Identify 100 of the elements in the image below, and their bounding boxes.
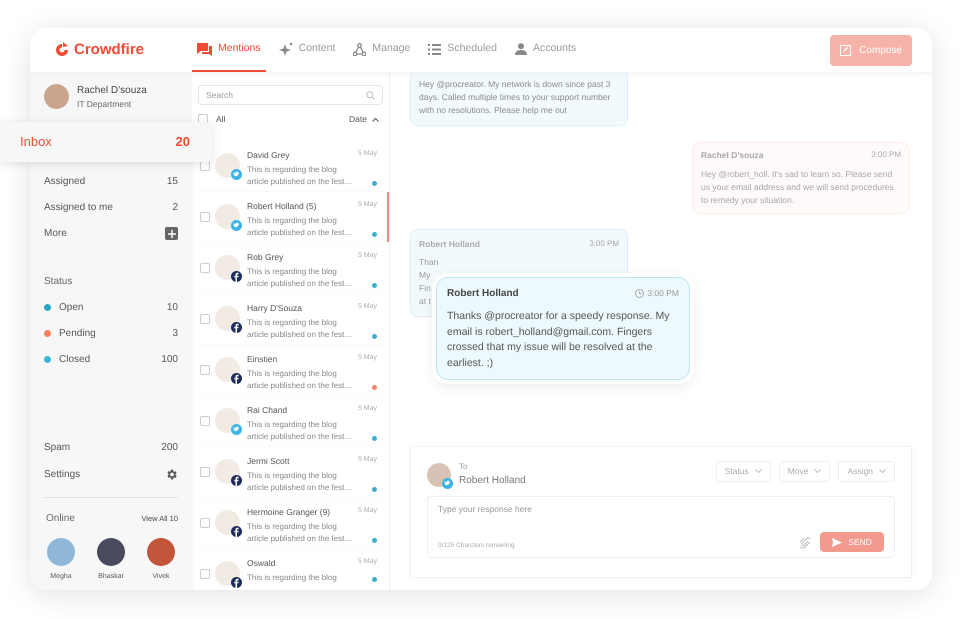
message-time: 3:00 PM	[589, 238, 619, 250]
message-preview: This is regarding the blog	[247, 266, 338, 278]
add-button[interactable]	[165, 227, 178, 240]
status-count: 10	[166, 301, 178, 316]
row-checkbox[interactable]	[200, 416, 210, 426]
person-avatar[interactable]	[97, 538, 125, 566]
message-preview: article published on the fest…	[247, 532, 352, 545]
message-author: Rachel D’souza	[701, 149, 764, 162]
contact-name: Rob Grey	[247, 251, 284, 264]
message-preview: article published on the fest…	[247, 430, 352, 443]
user-name: Rachel D’souza	[77, 84, 147, 98]
row-checkbox[interactable]	[200, 263, 210, 273]
status-heading: Status	[44, 275, 72, 290]
bird-badge-icon	[442, 478, 453, 488]
message-preview: This is regarding the blog	[247, 572, 337, 584]
contact-name: Hermoine Granger (9)	[247, 506, 330, 519]
folder-label[interactable]: Assigned	[44, 174, 86, 190]
row-checkbox[interactable]	[200, 467, 210, 477]
person-avatar[interactable]	[147, 538, 175, 566]
select-all-label: All	[216, 112, 226, 126]
search-field[interactable]: Search	[198, 85, 383, 105]
message-text: Hey @robert_holl. It's sad to learn so. Please send us your email address and we will send procedures to remedy your situation.	[701, 168, 895, 207]
contact-name: Robert Holland (5)	[247, 200, 316, 213]
folder-count: 2	[172, 201, 178, 216]
letter-f-badge-icon	[231, 526, 242, 537]
response-field[interactable]: Type your response here	[438, 503, 884, 516]
message-preview: This is regarding the blog	[247, 164, 338, 176]
message-text: Fin	[419, 282, 431, 294]
message-author: Robert Holland	[447, 287, 519, 301]
message-preview: This is regarding the blog	[247, 520, 338, 533]
letter-f-badge-icon	[231, 373, 242, 384]
to-label: To	[459, 461, 468, 473]
message-preview: article published on the fest…	[247, 482, 352, 494]
message-preview: article published on the fest…	[247, 226, 352, 239]
folder-label[interactable]: Assigned to me	[44, 200, 113, 216]
brand-name: Crowdfire	[74, 40, 144, 60]
row-checkbox[interactable]	[200, 365, 210, 375]
message-preview: This is regarding the blog	[247, 368, 338, 380]
recipient-name: Robert Holland	[459, 474, 526, 488]
spam-label[interactable]: Spam	[44, 440, 70, 455]
status-count: 3	[172, 327, 178, 342]
inbox-count: 20	[176, 133, 190, 152]
settings-icon[interactable]	[165, 468, 178, 481]
folder-count: 15	[166, 175, 178, 190]
row-checkbox[interactable]	[200, 314, 210, 324]
person-icon	[514, 43, 527, 55]
sparkle-icon	[278, 42, 293, 56]
message-time: 3:00 PM	[871, 149, 901, 161]
letter-f-badge-icon	[231, 475, 242, 486]
settings-label[interactable]: Settings	[44, 467, 80, 482]
paperclip-icon[interactable]	[800, 536, 810, 548]
message-text: My	[419, 268, 430, 282]
message-time: 3:00 PM	[647, 287, 679, 300]
message-author: Robert Holland	[419, 238, 480, 250]
status-label[interactable]: Open	[59, 300, 84, 316]
contact-name: Rai Chand	[247, 404, 288, 417]
message-preview: This is regarding the blog	[247, 470, 338, 482]
contact-name: David Grey	[247, 149, 290, 162]
contact-name: Harry D'Souza	[247, 302, 302, 315]
contact-name: Jermi Scott	[247, 455, 290, 468]
clock-icon	[635, 289, 644, 298]
message-text: at t	[419, 294, 431, 308]
list-icon	[428, 44, 442, 54]
caret-up-icon	[372, 116, 379, 122]
contact-name: Einstien	[247, 353, 278, 366]
row-checkbox[interactable]	[200, 518, 210, 528]
letter-f-badge-icon	[231, 577, 242, 588]
row-checkbox[interactable]	[200, 569, 210, 579]
bird-badge-icon	[231, 220, 242, 231]
network-nodes-icon	[353, 42, 366, 56]
more-label: More	[44, 227, 67, 242]
edit-icon	[840, 44, 852, 56]
message-preview: article published on the fest…	[247, 380, 352, 392]
chevron-down-icon	[754, 469, 762, 474]
message-preview: article published on the fest…	[247, 278, 352, 290]
search-icon	[366, 91, 375, 100]
online-heading: Online	[46, 512, 75, 526]
plus-icon	[168, 230, 176, 238]
status-count: 100	[161, 353, 178, 368]
status-label[interactable]: Closed	[59, 352, 90, 368]
bird-badge-icon	[231, 424, 242, 435]
message-preview: article published on the fest…	[247, 176, 352, 188]
chevron-down-icon	[879, 469, 886, 474]
contact-name: Oswald	[247, 557, 276, 570]
user-avatar	[44, 84, 69, 110]
letter-f-badge-icon	[231, 271, 242, 282]
chevron-down-icon	[814, 469, 822, 474]
send-icon	[832, 538, 842, 546]
message-text: Thanks @procreator for a speedy response. My email is robert_holland@gmail.com. Fingers crossed that my issue will be resolved at the earliest. ;)	[447, 309, 671, 370]
row-checkbox[interactable]	[200, 212, 210, 222]
spam-count: 200	[161, 441, 178, 455]
date-sort-button[interactable]: Date	[349, 112, 379, 126]
message-preview: This is regarding the blog	[247, 418, 338, 431]
message-preview: This is regarding the blog	[247, 316, 338, 329]
chat-icon	[197, 42, 212, 56]
flame-logo-icon	[54, 42, 70, 58]
status-label[interactable]: Pending	[59, 326, 96, 342]
message-preview: This is regarding the blog	[247, 214, 338, 227]
message-preview: article published on the fest…	[247, 328, 352, 341]
letter-f-badge-icon	[231, 322, 242, 333]
